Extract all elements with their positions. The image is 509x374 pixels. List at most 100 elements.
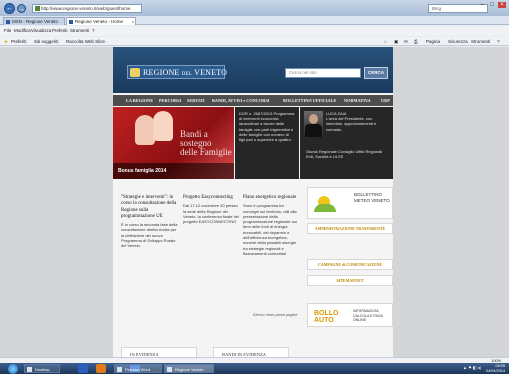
site-search-button[interactable]: CERCA: [364, 67, 388, 79]
menu-preferiti[interactable]: Preferiti: [52, 26, 68, 36]
task-desktop[interactable]: Desktop: [24, 364, 60, 373]
hero-banner[interactable]: Bandi a sostegno delle Famiglie Bonus fa…: [113, 107, 234, 179]
help-icon[interactable]: ?: [497, 37, 500, 46]
sitemap-link[interactable]: SITEMAP.NET: [307, 275, 393, 286]
photo-head: [309, 114, 318, 124]
feeds-icon[interactable]: ▣: [394, 37, 398, 46]
nav-bollettino[interactable]: BOLLETTINO UFFICIALE: [283, 95, 336, 106]
task-label: Regione Veneto: [175, 367, 204, 372]
bollo-auto-label: BOLLO AUTO: [314, 310, 339, 324]
suggested-sites-link[interactable]: Siti suggeriti: [34, 37, 59, 46]
favorites-bar: ★ Preferiti Siti suggeriti Raccolta Web …: [0, 37, 509, 46]
bollo-label-line2: AUTO: [314, 317, 334, 324]
task-word-window[interactable]: Finestra Word: [114, 364, 162, 373]
bandi-evidenza-box[interactable]: BANDI IN EVIDENZA: [213, 347, 289, 357]
menu-modifica[interactable]: Modifica: [14, 26, 31, 36]
task-label: Desktop: [35, 367, 50, 372]
nav-servizi[interactable]: SERVIZI: [187, 95, 205, 106]
in-evidenza-box[interactable]: IN EVIDENZA: [121, 347, 197, 357]
news-text: Dal 17.12 novembre 20 presso la sede del…: [183, 203, 239, 225]
nav-la-regione[interactable]: LA REGIONE: [126, 95, 153, 106]
news-title: Progetto Easyconnecting: [183, 195, 233, 200]
menu-visualizza[interactable]: Visualizza: [31, 26, 51, 36]
logo-end: VENETO: [194, 68, 228, 77]
back-button[interactable]: ←: [4, 3, 15, 14]
president-box[interactable]: LUCA ZAIA L'area del Presidente, con int…: [300, 107, 393, 179]
tab-label: MSN - Regione Veneto: [12, 19, 59, 24]
menu-strumenti[interactable]: Strumenti: [70, 26, 89, 36]
trasparenza-link[interactable]: AMMINISTRAZIONE TRASPARENTE: [307, 223, 393, 234]
photo-body: [305, 124, 322, 137]
system-tray-icons[interactable]: ▲ ⚑ ◧ ◂): [463, 365, 481, 370]
logo-small: DEL: [181, 72, 193, 77]
favorites-star-icon[interactable]: ★: [4, 37, 8, 46]
clock-date: 04/04/2014: [485, 368, 505, 373]
back-arrow-icon: ←: [6, 5, 13, 12]
safety-menu[interactable]: Sicurezza: [448, 37, 468, 46]
task-label: Finestra Word: [125, 367, 151, 372]
site-header: REGIONE DEL VENETO Cerca nel sito CERCA: [113, 47, 393, 93]
desktop-icon: [27, 367, 32, 372]
menu-help[interactable]: ?: [92, 26, 95, 36]
word-doc-icon: [117, 367, 122, 372]
president-info: LUCA ZAIA L'area del Presidente, con int…: [326, 111, 390, 132]
news-column-piano-energetico[interactable]: Piano energetico regionale Sono in progr…: [243, 195, 301, 256]
nav-percorsi[interactable]: PERCORSI: [159, 95, 181, 106]
favorites-button[interactable]: Preferiti: [11, 37, 27, 46]
tab-regione-veneto[interactable]: Regione Veneto - Home ×: [66, 17, 136, 25]
address-bar[interactable]: http://www.regione.veneto.it/web/guest/h…: [32, 4, 142, 13]
taskbar: Desktop Finestra Word Regione Veneto ▲ ⚑…: [0, 363, 509, 374]
president-role: L'area del Presidente, con interviste, a…: [326, 116, 377, 132]
meteo-box[interactable]: BOLLETTINO METEO VENETO: [307, 187, 393, 219]
news-column-strategie[interactable]: "Strategie e interventi": in corso la co…: [121, 195, 179, 249]
menu-file[interactable]: File: [4, 26, 11, 36]
hill-shape: [314, 204, 336, 212]
word-icon[interactable]: [78, 364, 88, 373]
tab-label: Regione Veneto - Home: [75, 19, 124, 24]
news-more-link[interactable]: Elenco news prime pagine: [253, 313, 298, 317]
start-button-icon[interactable]: [8, 364, 18, 374]
page-viewport: REGIONE DEL VENETO Cerca nel sito CERCA …: [0, 47, 509, 357]
close-icon[interactable]: ×: [498, 2, 506, 8]
child-image: [135, 115, 155, 145]
news-column-easyconnecting[interactable]: Progetto Easyconnecting Dal 17.12 novemb…: [183, 195, 241, 224]
tools-menu[interactable]: Strumenti: [471, 37, 490, 46]
nav-normativa[interactable]: NORMATIVA: [344, 95, 371, 106]
home-icon[interactable]: ⌂: [384, 37, 387, 46]
news-title: Piano energetico regionale: [243, 195, 297, 200]
mail-icon[interactable]: ✉: [404, 37, 408, 46]
hero-description: DGR n. 2687/2013 Programma di interventi…: [235, 107, 299, 179]
web-slice-link[interactable]: Raccolta Web Slice: [66, 37, 105, 46]
news-text: Sono in programma tre convegni sul terri…: [243, 203, 297, 256]
print-icon[interactable]: ⎙: [414, 37, 418, 46]
tab-bar: MSN - Regione Veneto Regione Veneto - Ho…: [0, 16, 509, 25]
tab-favicon-icon: [69, 20, 73, 24]
media-player-icon[interactable]: [96, 364, 106, 373]
tab-close-icon[interactable]: ×: [132, 18, 134, 26]
nav-urp[interactable]: URP: [381, 95, 390, 106]
tab-msn[interactable]: MSN - Regione Veneto: [3, 17, 65, 25]
minimize-icon[interactable]: –: [478, 2, 486, 8]
weather-icon: [314, 194, 336, 212]
nav-bandi[interactable]: BANDI, AVVISI e CONCORSI: [212, 95, 269, 106]
hero-title: Bandi a sostegno delle Famiglie: [180, 130, 232, 157]
hero-title-line2: delle Famiglie: [180, 147, 232, 157]
forward-button[interactable]: →: [17, 4, 26, 13]
hero-title-line1: Bandi a sostegno: [180, 129, 212, 148]
browser-search-placeholder: Bing: [432, 6, 442, 11]
comunicazione-link[interactable]: CAMPAGNE di COMUNICAZIONE: [307, 259, 393, 270]
bollo-label-line1: BOLLO: [314, 310, 339, 317]
menu-bar: File Modifica Visualizza Preferiti Strum…: [0, 26, 509, 36]
page-menu[interactable]: Pagina: [426, 37, 440, 46]
meteo-label: BOLLETTINO METEO VENETO: [354, 192, 390, 203]
site-search-input[interactable]: Cerca nel sito: [285, 68, 361, 78]
maximize-icon[interactable]: □: [488, 2, 496, 8]
news-title: "Strategie e interventi": in corso la co…: [121, 195, 177, 219]
bollo-auto-box[interactable]: BOLLO AUTO INFORMAZIONI, CALCOLA E PAGA …: [307, 303, 393, 327]
regione-veneto-logo[interactable]: REGIONE DEL VENETO: [127, 65, 228, 79]
task-ie-window[interactable]: Regione Veneto: [164, 364, 214, 373]
site-search-placeholder: Cerca nel sito: [289, 70, 317, 75]
tab-favicon-icon: [6, 20, 10, 24]
system-clock[interactable]: 08:05 04/04/2014: [486, 364, 505, 373]
main-navigation: LA REGIONE PERCORSI SERVIZI BANDI, AVVIS…: [113, 95, 393, 106]
